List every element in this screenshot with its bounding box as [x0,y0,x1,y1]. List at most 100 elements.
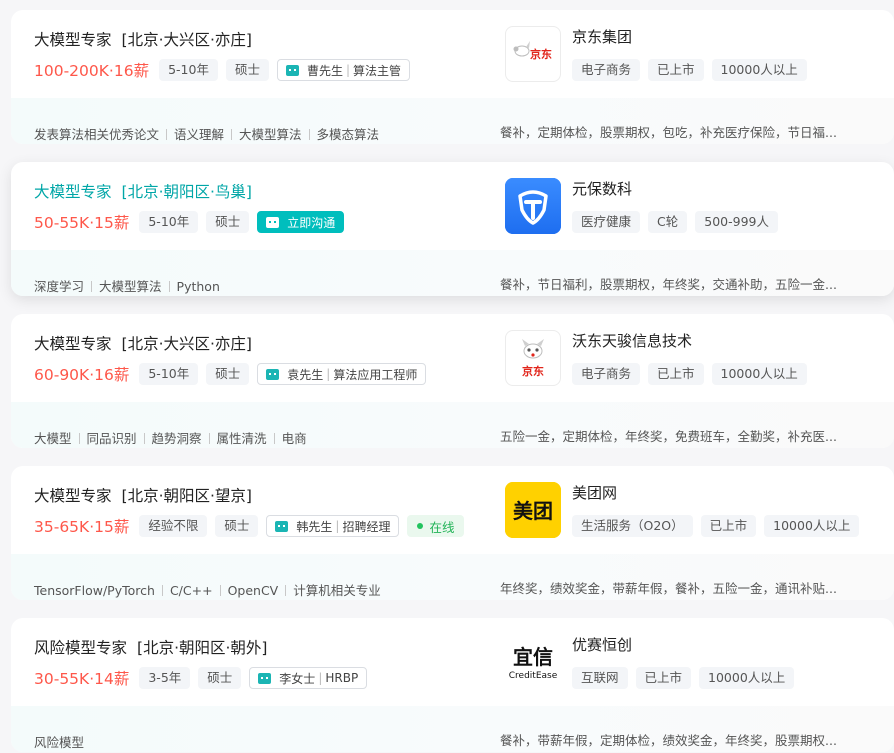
job-title[interactable]: 风险模型专家 [34,639,127,657]
skill-tag: 大模型算法 [84,276,162,295]
chat-icon [275,520,289,532]
logo-text-cn: 宜信 [513,645,553,669]
skill-tag: 趋势洞察 [137,428,202,447]
company-size-tag: 500-999人 [695,211,778,233]
boss-title: 招聘经理 [342,519,391,534]
skill-tag: 属性清洗 [202,428,267,447]
boss-info[interactable]: 袁先生 | 算法应用工程师 [257,363,427,385]
company-industry-tag: 医疗健康 [572,211,641,233]
chat-icon [266,368,280,380]
skill-tag: 大模型 [34,431,72,446]
chat-icon [258,672,272,684]
experience-tag: 5-10年 [159,59,218,81]
job-info-row: 50-55K·15薪 5-10年 硕士 立即沟通 [34,211,352,233]
online-status-label: 在线 [429,519,455,535]
skill-tag: 电商 [267,428,307,447]
job-card[interactable]: 风险模型专家 [北京·朝阳区·朝外] 30-55K·14薪 3-5年 硕士 李女士… [11,618,894,752]
company-size-tag: 10000人以上 [711,59,807,81]
creditease-logo-icon: 宜信 CreditEase [505,634,561,690]
chat-icon [266,216,280,228]
job-area: [北京·大兴区·亦庄] [121,31,252,49]
company-size-tag: 10000人以上 [699,667,795,689]
company-size-tag: 10000人以上 [764,515,860,537]
skill-tags: TensorFlow/PyTorch C/C++ OpenCV 计算机相关专业 [34,580,381,599]
job-card[interactable]: 大模型专家 [北京·朝阳区·鸟巢] 50-55K·15薪 5-10年 硕士 立即沟… [11,162,894,296]
job-title[interactable]: 大模型专家 [34,335,112,353]
boss-info[interactable]: 韩先生 | 招聘经理 [266,515,400,537]
welfare-text: 餐补，带薪年假，定期体检，绩效奖金，年终奖，股票期权... [500,733,837,748]
skill-tags: 大模型 同品识别 趋势洞察 属性清洗 电商 [34,428,307,447]
logo-text: 京东 [522,364,544,378]
chat-now-label: 立即沟通 [287,215,336,230]
separator: | [345,63,351,77]
company-tags: 互联网 已上市 10000人以上 [572,667,802,689]
company-stage-tag: C轮 [648,211,688,233]
company-logo[interactable]: 宜信 CreditEase [505,634,561,690]
job-title[interactable]: 大模型专家 [34,183,112,201]
salary: 100-200K·16薪 [34,62,150,80]
job-card-footer: 大模型 同品识别 趋势洞察 属性清洗 电商 五险一金，定期体检，年终奖，免费班车，全勤奖… [11,402,894,448]
jd-joy-dog-icon: 京东 [513,41,552,61]
company-stage-tag: 已上市 [648,59,704,81]
company-logo[interactable]: 美团 [505,482,561,538]
job-card-footer: 深度学习 大模型算法 Python 餐补，节日福利，股票期权，年终奖，交通补助，五险… [11,250,894,296]
company-size-tag: 10000人以上 [711,363,807,385]
company-name[interactable]: 优赛恒创 [572,634,632,655]
company-logo[interactable] [505,178,561,234]
skill-tag: 多模态算法 [302,124,380,143]
company-logo[interactable]: 京东 [505,330,561,386]
company-logo[interactable]: 京东 [505,26,561,82]
welfare-text: 餐补，定期体检，股票期权，包吃，补充医疗保险，节日福... [500,125,837,140]
company-tags: 电子商务 已上市 10000人以上 [572,363,815,385]
job-info-row: 100-200K·16薪 5-10年 硕士 曹先生 | 算法主管 [34,59,418,81]
skill-tag: OpenCV [213,583,279,598]
job-title[interactable]: 大模型专家 [34,31,112,49]
job-title-row[interactable]: 大模型专家 [北京·大兴区·亦庄] [34,28,252,50]
experience-tag: 5-10年 [139,211,199,233]
company-industry-tag: 电子商务 [572,363,641,385]
experience-tag: 5-10年 [139,363,199,385]
company-name[interactable]: 元保数科 [572,178,632,199]
experience-tag: 3-5年 [139,667,191,689]
company-stage-tag: 已上市 [635,667,692,689]
company-name[interactable]: 京东集团 [572,26,632,47]
job-title[interactable]: 大模型专家 [34,487,112,505]
company-stage-tag: 已上市 [648,363,704,385]
boss-info[interactable]: 李女士 | HRBP [249,667,368,689]
experience-tag: 经验不限 [139,515,208,537]
boss-info[interactable]: 曹先生 | 算法主管 [276,59,411,81]
job-card[interactable]: 大模型专家 [北京·大兴区·亦庄] 100-200K·16薪 5-10年 硕士 曹… [11,10,894,144]
degree-tag: 硕士 [215,515,259,537]
welfare-text: 五险一金，定期体检，年终奖，免费班车，全勤奖，补充医... [500,429,837,444]
job-card-header: 风险模型专家 [北京·朝阳区·朝外] 30-55K·14薪 3-5年 硕士 李女士… [11,618,894,706]
welfare-text: 餐补，节日福利，股票期权，年终奖，交通补助，五险一金... [500,277,837,292]
company-tags: 医疗健康 C轮 500-999人 [572,211,786,233]
boss-name: 韩先生 [296,519,333,534]
degree-tag: 硕士 [206,211,250,233]
job-card[interactable]: 大模型专家 [北京·朝阳区·望京] 35-65K·15薪 经验不限 硕士 韩先生 … [11,466,894,600]
company-name[interactable]: 美团网 [572,482,617,503]
job-card-header: 大模型专家 [北京·朝阳区·望京] 35-65K·15薪 经验不限 硕士 韩先生 … [11,466,894,554]
logo-text-en: CreditEase [509,671,558,681]
jd-joy-dog-icon: 京东 [522,339,544,378]
skill-tag: Python [162,279,220,294]
chat-now-button[interactable]: 立即沟通 [257,211,345,233]
job-card-header: 大模型专家 [北京·大兴区·亦庄] 100-200K·16薪 5-10年 硕士 曹… [11,10,894,98]
welfare-text: 年终奖，绩效奖金，带薪年假，餐补，五险一金，通讯补贴... [500,581,837,596]
salary: 35-65K·15薪 [34,518,130,536]
job-card[interactable]: 大模型专家 [北京·大兴区·亦庄] 60-90K·16薪 5-10年 硕士 袁先生… [11,314,894,448]
job-title-row[interactable]: 大模型专家 [北京·朝阳区·望京] [34,484,252,506]
job-title-row[interactable]: 大模型专家 [北京·大兴区·亦庄] [34,332,252,354]
separator: | [335,519,340,533]
job-info-row: 60-90K·16薪 5-10年 硕士 袁先生 | 算法应用工程师 [34,363,434,385]
boss-title: 算法主管 [353,63,402,78]
online-dot-icon [417,523,424,529]
job-area: [北京·朝阳区·望京] [121,487,252,505]
job-title-row[interactable]: 风险模型专家 [北京·朝阳区·朝外] [34,636,267,658]
company-name[interactable]: 沃东天骏信息技术 [572,330,692,351]
company-industry-tag: 互联网 [572,667,628,689]
company-tags: 电子商务 已上市 10000人以上 [572,59,815,81]
logo-text: 美团 [513,499,553,523]
skill-tag: 计算机相关专业 [278,580,381,599]
job-title-row[interactable]: 大模型专家 [北京·朝阳区·鸟巢] [34,180,252,202]
